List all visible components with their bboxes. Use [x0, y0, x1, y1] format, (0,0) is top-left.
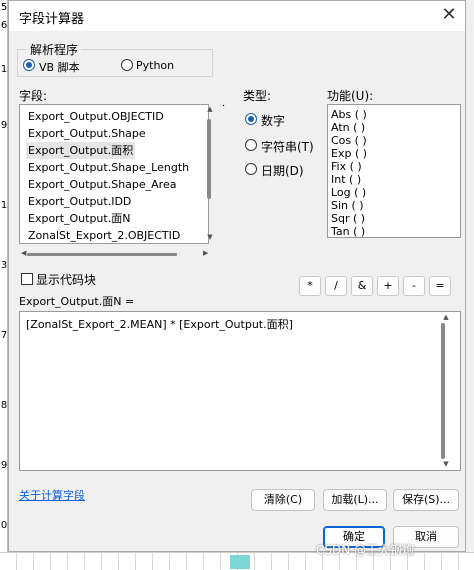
save-button[interactable]: 保存(S)... — [393, 489, 459, 511]
bg-char: 5 — [0, 2, 8, 13]
operator-multiply-button[interactable]: * — [299, 276, 321, 296]
function-item[interactable]: Fix ( ) — [331, 160, 362, 173]
functions-listbox[interactable]: Abs ( ) Atn ( ) Cos ( ) Exp ( ) Fix ( ) … — [327, 104, 461, 238]
background-app-left-edge: 5 6 1 9 1 3 7 8 9 0 — [0, 0, 8, 570]
show-codeblock-checkbox[interactable] — [21, 273, 33, 285]
bg-char: 1 — [0, 64, 8, 75]
function-item[interactable]: Tan ( ) — [331, 225, 365, 238]
operator-ampersand-button[interactable]: & — [351, 276, 373, 296]
function-item[interactable]: Sqr ( ) — [331, 212, 365, 225]
bg-char: 3 — [0, 260, 8, 271]
type-number-label[interactable]: 数字 — [261, 112, 285, 129]
operator-plus-button[interactable]: + — [377, 276, 399, 296]
scroll-down-arrow-icon[interactable]: ▼ — [205, 233, 215, 241]
function-item[interactable]: Sin ( ) — [331, 199, 364, 212]
list-item[interactable]: Export_Output.IDD — [26, 193, 133, 210]
expression-textarea[interactable]: [ZonalSt_Export_2.MEAN] * [Export_Output… — [19, 311, 461, 471]
fields-vertical-scrollbar[interactable] — [207, 119, 211, 199]
expression-scroll-up-icon[interactable]: ▲ — [441, 313, 451, 321]
field-calculator-dialog: 字段计算器 ✕ 解析程序 VB 脚本 Python 字段: Export_Out… — [8, 0, 466, 552]
load-button[interactable]: 加载(L)... — [323, 489, 387, 511]
scroll-left-arrow-icon[interactable]: ◀ — [21, 249, 26, 257]
function-item[interactable]: Exp ( ) — [331, 147, 367, 160]
bg-char: 8 — [0, 400, 8, 411]
bg-char: 9 — [0, 460, 8, 471]
type-string-label[interactable]: 字符串(T) — [261, 138, 314, 155]
vb-script-radio[interactable] — [23, 59, 35, 71]
close-icon[interactable]: ✕ — [437, 4, 461, 28]
fields-horizontal-scrollbar[interactable] — [27, 253, 177, 256]
list-item[interactable]: ZonalSt_Export_2.OBJECTID — [26, 227, 182, 243]
background-cell-highlight — [230, 555, 250, 569]
scroll-right-arrow-icon[interactable]: ▶ — [203, 249, 208, 257]
list-item[interactable]: Export_Output.面N — [26, 210, 132, 227]
list-item-selected[interactable]: Export_Output.面积 — [26, 142, 136, 159]
fields-label: 字段: — [19, 89, 48, 103]
expression-target-label: Export_Output.面N = — [19, 295, 135, 308]
show-codeblock-label[interactable]: 显示代码块 — [36, 271, 96, 288]
type-number-radio[interactable] — [245, 113, 257, 125]
python-label[interactable]: Python — [136, 59, 174, 72]
function-item[interactable]: Int ( ) — [331, 173, 361, 186]
type-date-radio[interactable] — [245, 163, 257, 175]
bg-char: 6 — [0, 20, 8, 31]
fields-listbox[interactable]: Export_Output.OBJECTID Export_Output.Sha… — [19, 104, 209, 244]
dialog-title: 字段计算器 — [19, 12, 85, 27]
operator-divide-button[interactable]: / — [325, 276, 347, 296]
bg-char: 1 — [0, 200, 8, 211]
function-item[interactable]: Cos ( ) — [331, 134, 367, 147]
list-item[interactable]: Export_Output.Shape — [26, 125, 148, 142]
vb-script-label[interactable]: VB 脚本 — [39, 59, 80, 75]
python-radio[interactable] — [121, 59, 133, 71]
bullet-marker-icon: · — [222, 101, 226, 112]
title-bar[interactable]: 字段计算器 ✕ — [9, 1, 465, 31]
about-calculate-field-link[interactable]: 关于计算字段 — [19, 487, 85, 503]
list-item[interactable]: Export_Output.Shape_Area — [26, 176, 178, 193]
type-label: 类型: — [243, 89, 272, 103]
list-item[interactable]: Export_Output.Shape_Length — [26, 159, 191, 176]
clear-button[interactable]: 清除(C) — [251, 489, 315, 511]
scroll-up-arrow-icon[interactable]: ▲ — [205, 105, 215, 113]
bg-char: 7 — [0, 330, 8, 341]
function-item[interactable]: Atn ( ) — [331, 121, 365, 134]
type-date-label[interactable]: 日期(D) — [261, 162, 304, 179]
bg-char: 0 — [0, 520, 8, 531]
type-string-radio[interactable] — [245, 139, 257, 151]
operator-equals-button[interactable]: = — [429, 276, 451, 296]
expression-scroll-down-icon[interactable]: ▼ — [441, 460, 451, 468]
operator-minus-button[interactable]: - — [403, 276, 425, 296]
parser-legend: 解析程序 — [27, 41, 82, 58]
list-item[interactable]: Export_Output.OBJECTID — [26, 108, 166, 125]
bg-char: 9 — [0, 120, 8, 131]
function-item[interactable]: Log ( ) — [331, 186, 366, 199]
expression-vertical-scrollbar[interactable] — [441, 323, 445, 459]
function-item[interactable]: Abs ( ) — [331, 108, 367, 121]
functions-label: 功能(U): — [327, 89, 374, 103]
expression-text[interactable]: [ZonalSt_Export_2.MEAN] * [Export_Output… — [26, 316, 293, 332]
csdn-watermark: CSDN @王大钢炮 — [316, 543, 415, 557]
